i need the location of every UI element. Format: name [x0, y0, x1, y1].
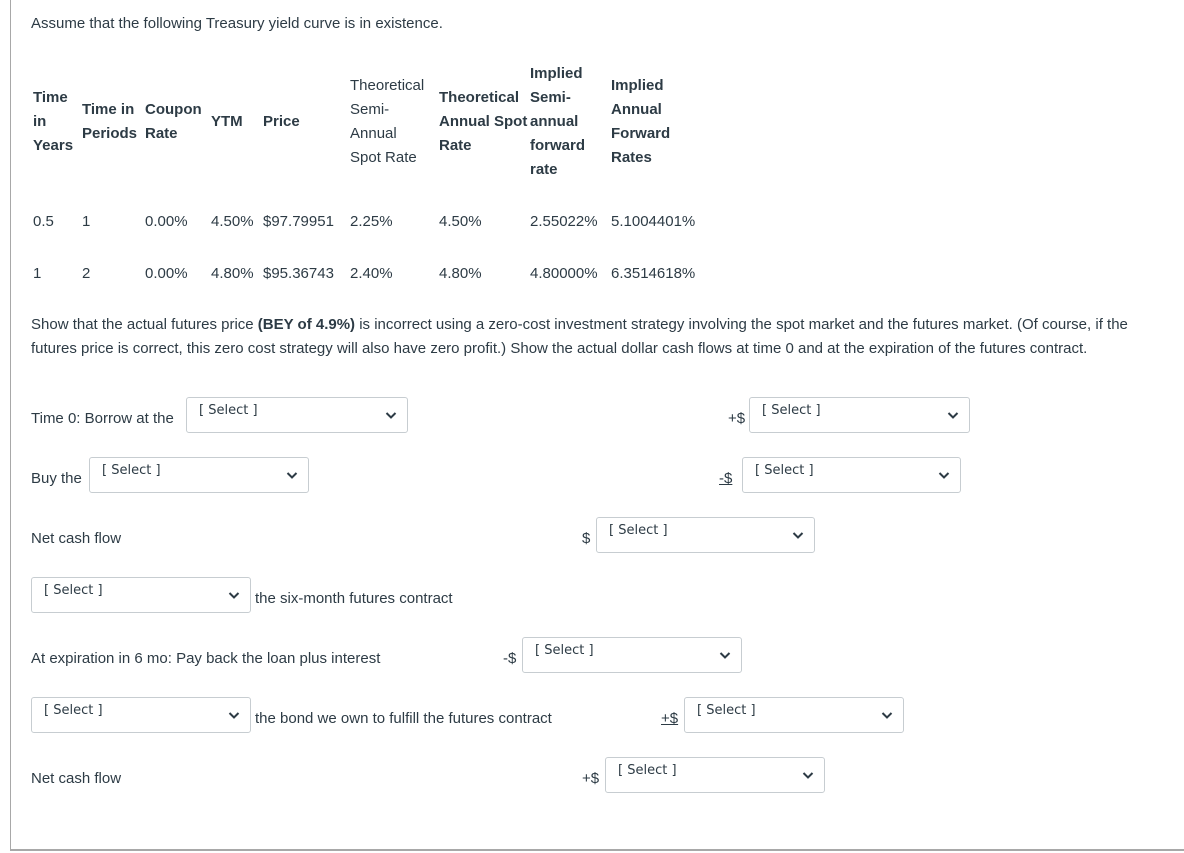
net-cash-flow-expiration-select[interactable]: [ Select ]	[605, 757, 825, 793]
header-line: in	[33, 113, 47, 130]
header-line: YTM	[211, 113, 243, 130]
header-line: Years	[33, 137, 74, 154]
table-cell: 1	[33, 265, 42, 282]
header-line: Rate	[439, 137, 472, 154]
header-theoretical-semiannual-spot-rate: Theoretical Semi- Annual Spot Rate	[350, 74, 424, 170]
table-cell: 4.50%	[211, 213, 254, 230]
header-line: Implied	[611, 77, 664, 94]
header-line: Price	[263, 113, 300, 130]
header-line: Theoretical	[350, 77, 425, 94]
table-cell: $97.79951	[263, 213, 334, 230]
header-line: Implied	[530, 65, 583, 82]
buy-amount-select[interactable]: [ Select ]	[742, 457, 961, 493]
chevron-down-icon	[286, 472, 298, 479]
table-cell: 4.80%	[439, 265, 482, 282]
header-coupon-rate: Coupon Rate	[145, 98, 202, 146]
buy-bond-select[interactable]: [ Select ]	[89, 457, 309, 493]
table-cell: 2.25%	[350, 213, 393, 230]
chevron-down-icon	[719, 652, 731, 659]
net-cash-flow-time0-sign: $	[582, 530, 591, 547]
borrow-amount-select[interactable]: [ Select ]	[749, 397, 970, 433]
net-cash-flow-expiration-sign: +$	[582, 770, 600, 787]
header-line: Rates	[611, 149, 652, 166]
bond-action-select[interactable]: [ Select ]	[31, 697, 251, 733]
chevron-down-icon	[792, 532, 804, 539]
header-line: Rate	[145, 125, 178, 142]
header-ytm: YTM	[211, 110, 243, 134]
intro-text: Assume that the following Treasury yield…	[31, 15, 443, 32]
select-value: [ Select ]	[609, 523, 668, 538]
header-line: Semi-	[530, 89, 571, 106]
header-line: forward	[530, 137, 586, 154]
header-theoretical-annual-spot-rate: Theoretical Annual Spot Rate	[439, 86, 527, 158]
select-value: [ Select ]	[755, 463, 814, 478]
header-line: Semi-	[350, 101, 390, 118]
question-text-start: Show that the actual futures price	[31, 316, 258, 333]
header-line: rate	[530, 161, 558, 178]
payback-amount-select[interactable]: [ Select ]	[522, 637, 742, 673]
header-line: Time in	[82, 101, 135, 118]
table-cell: 1	[82, 213, 91, 230]
table-cell: 2.40%	[350, 265, 393, 282]
header-line: annual	[530, 113, 579, 130]
buy-amount-sign: -$	[719, 470, 733, 487]
table-cell: 4.80%	[211, 265, 254, 282]
header-line: Coupon	[145, 101, 202, 118]
header-line: Annual Spot	[439, 113, 528, 130]
select-value: [ Select ]	[762, 403, 821, 418]
chevron-down-icon	[881, 712, 893, 719]
borrow-rate-select[interactable]: [ Select ]	[186, 397, 408, 433]
select-value: [ Select ]	[102, 463, 161, 478]
select-value: [ Select ]	[44, 583, 103, 598]
select-value: [ Select ]	[697, 703, 756, 718]
header-implied-semiannual-forward-rate: Implied Semi- annual forward rate	[530, 62, 585, 182]
chevron-down-icon	[385, 412, 397, 419]
net-cash-flow-time0-select[interactable]: [ Select ]	[596, 517, 815, 553]
table-cell: 5.1004401%	[611, 213, 696, 230]
borrow-label: Time 0: Borrow at the	[31, 410, 174, 427]
header-time-in-periods: Time in Periods	[82, 98, 137, 146]
expiration-label: At expiration in 6 mo: Pay back the loan…	[31, 650, 381, 667]
select-value: [ Select ]	[44, 703, 103, 718]
header-price: Price	[263, 110, 300, 134]
net-cash-flow-expiration-label: Net cash flow	[31, 770, 122, 787]
header-implied-annual-forward-rates: Implied Annual Forward Rates	[611, 74, 670, 170]
header-line: Periods	[82, 125, 138, 142]
table-cell: 4.80000%	[530, 265, 598, 282]
bond-amount-sign: +$	[661, 710, 679, 727]
table-cell: 4.50%	[439, 213, 482, 230]
buy-label: Buy the	[31, 470, 82, 487]
header-line: Spot Rate	[350, 149, 417, 166]
select-value: [ Select ]	[535, 643, 594, 658]
chevron-down-icon	[228, 712, 240, 719]
table-cell: 0.5	[33, 213, 54, 230]
header-line: Theoretical	[439, 89, 520, 106]
payback-amount-sign: -$	[503, 650, 517, 667]
bond-amount-select[interactable]: [ Select ]	[684, 697, 904, 733]
question-text: Show that the actual futures price (BEY …	[31, 313, 1171, 361]
select-value: [ Select ]	[199, 403, 258, 418]
header-time-in-years: Time in Years	[33, 86, 73, 158]
header-line: Time	[33, 89, 68, 106]
select-value: [ Select ]	[618, 763, 677, 778]
table-cell: 0.00%	[145, 213, 188, 230]
chevron-down-icon	[947, 412, 959, 419]
borrow-amount-sign: +$	[728, 410, 746, 427]
table-cell: 2	[82, 265, 91, 282]
chevron-down-icon	[938, 472, 950, 479]
futures-action-select[interactable]: [ Select ]	[31, 577, 251, 613]
chevron-down-icon	[802, 772, 814, 779]
chevron-down-icon	[228, 592, 240, 599]
net-cash-flow-time0-label: Net cash flow	[31, 530, 122, 547]
bond-fulfill-label: the bond we own to fulfill the futures c…	[255, 710, 552, 727]
futures-contract-label: the six-month futures contract	[255, 590, 453, 607]
question-text-bold: (BEY of 4.9%)	[257, 316, 356, 333]
table-cell: 0.00%	[145, 265, 188, 282]
table-cell: 2.55022%	[530, 213, 598, 230]
header-line: Annual	[350, 125, 397, 142]
table-cell: 6.3514618%	[611, 265, 696, 282]
header-line: Forward	[611, 125, 671, 142]
header-line: Annual	[611, 101, 662, 118]
table-cell: $95.36743	[263, 265, 334, 282]
